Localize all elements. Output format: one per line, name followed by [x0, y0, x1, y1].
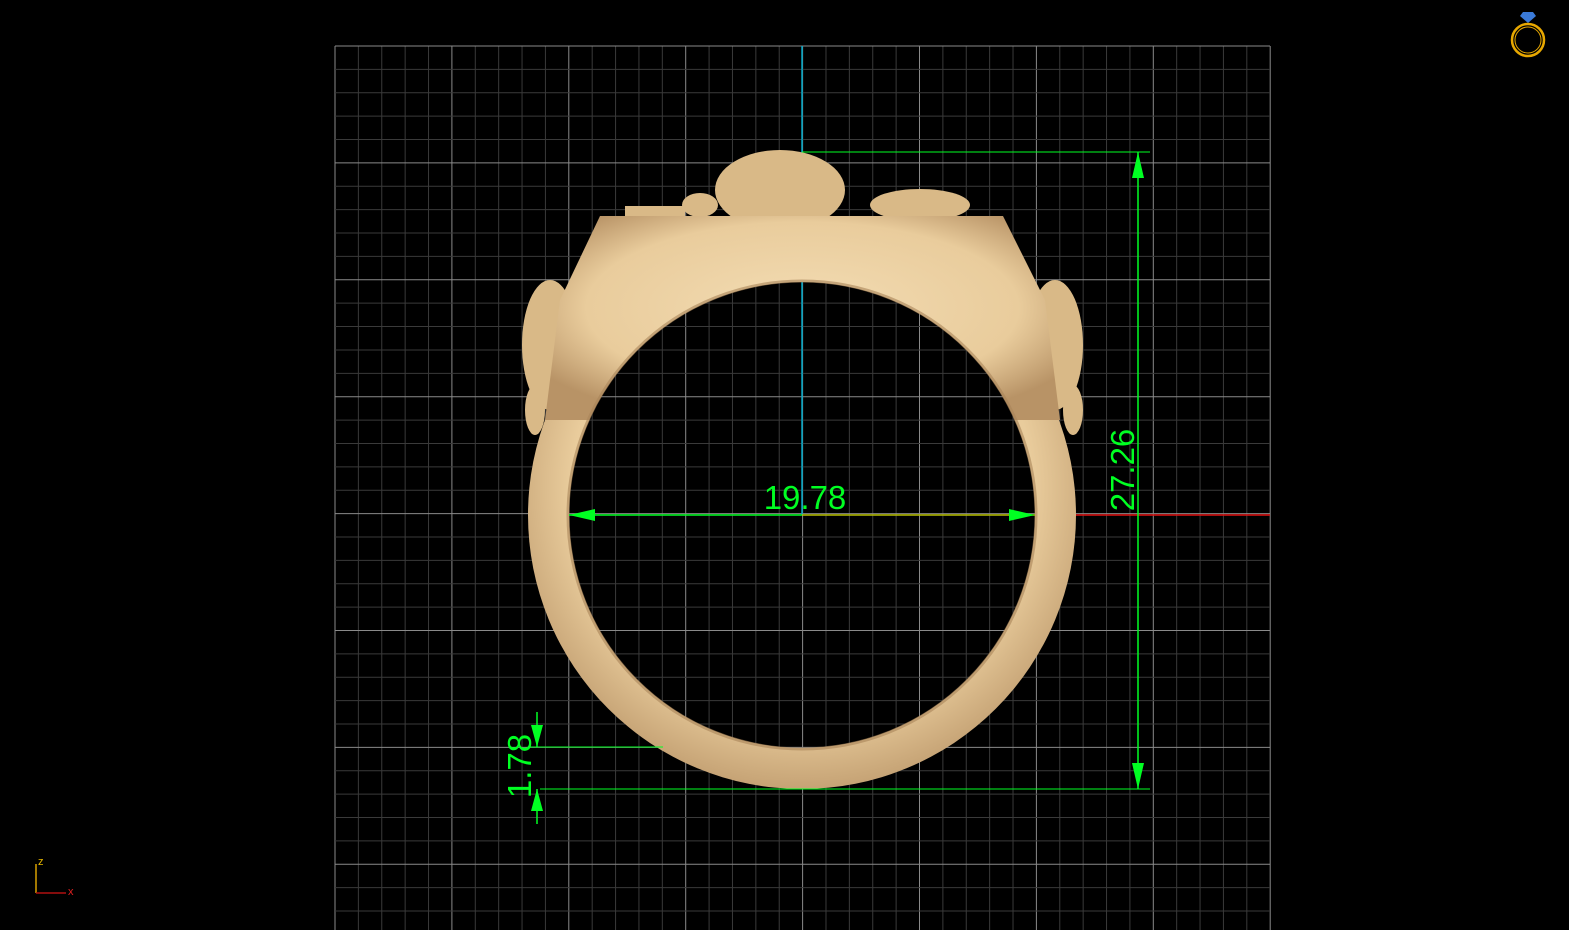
- dimension-label-inner-diameter: 19.78: [764, 479, 847, 516]
- axis-indicator: z x: [35, 856, 74, 898]
- cad-viewport[interactable]: 19.78 27.26 1.78 z x: [0, 0, 1569, 930]
- axis-label-x: x: [68, 886, 74, 898]
- axis-label-z: z: [38, 856, 44, 868]
- dimension-label-band-thickness: 1.78: [501, 734, 538, 798]
- dimension-label-total-height: 27.26: [1104, 429, 1141, 512]
- ring-diamond-icon[interactable]: [1510, 12, 1546, 58]
- ring-model[interactable]: [522, 150, 1083, 789]
